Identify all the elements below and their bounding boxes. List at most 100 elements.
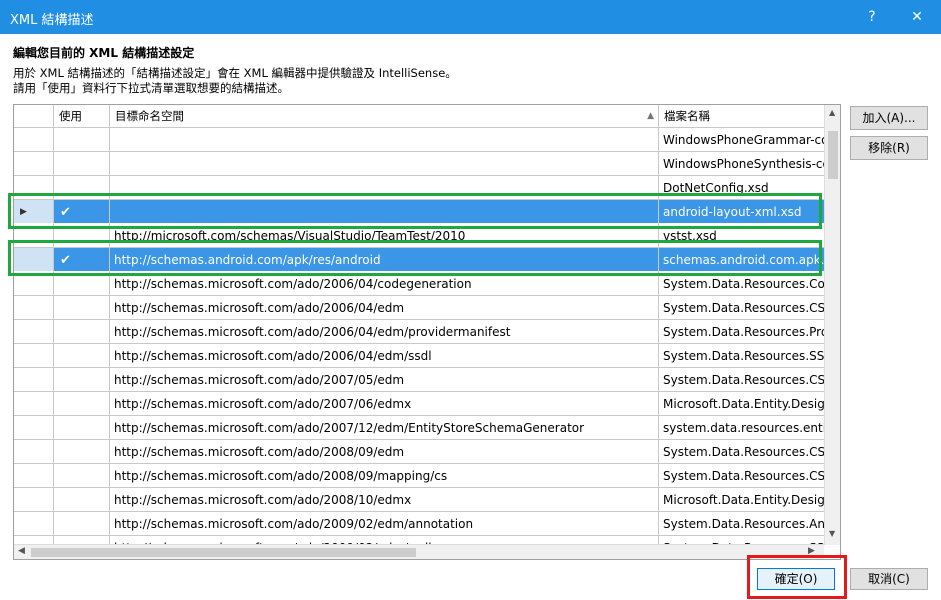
namespace-cell: http://schemas.android.com/apk/res/andro… xyxy=(110,248,659,272)
scroll-left-icon[interactable]: ◀ xyxy=(18,546,25,556)
row-header[interactable] xyxy=(14,176,54,200)
use-cell[interactable] xyxy=(54,488,110,512)
use-cell[interactable] xyxy=(54,416,110,440)
row-header[interactable] xyxy=(14,512,54,536)
scroll-down-icon[interactable]: ▼ xyxy=(829,529,835,538)
table-row[interactable]: http://schemas.microsoft.com/ado/2006/04… xyxy=(14,320,824,344)
scroll-up-icon[interactable]: ▲ xyxy=(829,108,835,117)
ok-button[interactable]: 確定(O) xyxy=(757,568,835,590)
table-row[interactable]: http://schemas.microsoft.com/ado/2009/02… xyxy=(14,536,824,544)
use-cell[interactable] xyxy=(54,536,110,544)
namespace-cell: http://schemas.microsoft.com/ado/2009/02… xyxy=(110,536,659,544)
file-name-cell: android-layout-xml.xsd xyxy=(659,200,824,224)
checkmark-icon: ✔ xyxy=(60,253,71,268)
table-row[interactable]: http://schemas.microsoft.com/ado/2008/09… xyxy=(14,440,824,464)
table-row[interactable]: WindowsPhoneGrammar-core.xsd xyxy=(14,128,824,152)
namespace-cell: http://schemas.microsoft.com/ado/2007/06… xyxy=(110,392,659,416)
description-line-1: 用於 XML 結構描述的「結構描述設定」會在 XML 編輯器中提供驗證及 Int… xyxy=(13,66,457,80)
use-cell[interactable] xyxy=(54,392,110,416)
namespace-cell: http://schemas.microsoft.com/ado/2007/05… xyxy=(110,368,659,392)
row-header[interactable] xyxy=(14,224,54,248)
title-bar: XML 結構描述 ? ✕ xyxy=(0,0,941,34)
table-row[interactable]: http://microsoft.com/schemas/VisualStudi… xyxy=(14,224,824,248)
namespace-cell: http://schemas.microsoft.com/ado/2008/10… xyxy=(110,488,659,512)
table-row[interactable]: DotNetConfig.xsd xyxy=(14,176,824,200)
row-header[interactable] xyxy=(14,248,54,272)
file-name-cell: DotNetConfig.xsd xyxy=(659,176,824,200)
table-row[interactable]: WindowsPhoneSynthesis-core.xsd xyxy=(14,152,824,176)
scroll-right-icon[interactable]: ▶ xyxy=(808,546,815,556)
use-cell[interactable] xyxy=(54,224,110,248)
row-header[interactable] xyxy=(14,128,54,152)
namespace-cell: http://schemas.microsoft.com/ado/2006/04… xyxy=(110,344,659,368)
use-cell[interactable] xyxy=(54,272,110,296)
file-name-cell: System.Data.Resources.SSDLSchema_3.xsd xyxy=(659,536,824,544)
cancel-button[interactable]: 取消(C) xyxy=(850,568,928,590)
column-header-namespace[interactable]: 目標命名空間 ▲ xyxy=(110,105,659,127)
row-header[interactable] xyxy=(14,536,54,544)
use-cell[interactable] xyxy=(54,464,110,488)
vertical-scrollbar[interactable]: ▲ ▼ xyxy=(824,105,840,545)
table-row[interactable]: http://schemas.microsoft.com/ado/2007/06… xyxy=(14,392,824,416)
column-header-use[interactable]: 使用 xyxy=(54,105,110,127)
horizontal-scrollbar[interactable]: ◀ ▶ xyxy=(14,544,824,559)
use-cell[interactable] xyxy=(54,440,110,464)
table-row[interactable]: http://schemas.microsoft.com/ado/2007/12… xyxy=(14,416,824,440)
section-heading: 編輯您目前的 XML 結構描述設定 xyxy=(13,46,195,60)
namespace-cell: http://schemas.microsoft.com/ado/2008/09… xyxy=(110,440,659,464)
file-name-cell: system.data.resources.entitystoreschemag… xyxy=(659,416,824,440)
use-cell[interactable] xyxy=(54,152,110,176)
row-header[interactable] xyxy=(14,416,54,440)
file-name-cell: WindowsPhoneGrammar-core.xsd xyxy=(659,128,824,152)
row-header[interactable] xyxy=(14,296,54,320)
file-name-cell: System.Data.Resources.ProviderManifest.x… xyxy=(659,320,824,344)
row-header[interactable] xyxy=(14,320,54,344)
row-header[interactable] xyxy=(14,152,54,176)
checkmark-icon: ✔ xyxy=(60,205,71,220)
use-cell[interactable] xyxy=(54,128,110,152)
file-name-cell: vstst.xsd xyxy=(659,224,824,248)
use-cell[interactable] xyxy=(54,320,110,344)
table-row[interactable]: ▶ ✔ android-layout-xml.xsd xyxy=(14,200,824,224)
file-name-cell: System.Data.Resources.CSDLSchema_1.xsd xyxy=(659,296,824,320)
remove-button[interactable]: 移除(R) xyxy=(850,136,928,160)
use-cell[interactable]: ✔ xyxy=(54,200,110,224)
row-header[interactable] xyxy=(14,440,54,464)
close-button[interactable]: ✕ xyxy=(905,6,929,28)
use-cell[interactable] xyxy=(54,176,110,200)
use-cell[interactable] xyxy=(54,512,110,536)
file-name-cell: System.Data.Resources.CSMSL_2.xsd xyxy=(659,464,824,488)
row-header[interactable]: ▶ xyxy=(14,200,54,224)
horizontal-scroll-thumb[interactable] xyxy=(31,548,416,557)
column-header-file[interactable]: 檔案名稱 xyxy=(659,105,840,127)
table-row[interactable]: http://schemas.microsoft.com/ado/2006/04… xyxy=(14,272,824,296)
row-header[interactable] xyxy=(14,344,54,368)
sort-up-icon: ▲ xyxy=(647,111,654,121)
table-row[interactable]: http://schemas.microsoft.com/ado/2008/10… xyxy=(14,488,824,512)
file-name-cell: Microsoft.Data.Entity.Design.Edmx_1.xsd xyxy=(659,392,824,416)
table-row[interactable]: http://schemas.microsoft.com/ado/2006/04… xyxy=(14,344,824,368)
row-header-column xyxy=(14,105,54,127)
file-name-cell: schemas.android.com.apk.res.android.xsd xyxy=(659,248,824,272)
table-row[interactable]: ✔ http://schemas.android.com/apk/res/andr… xyxy=(14,248,824,272)
schema-grid[interactable]: 使用 目標命名空間 ▲ 檔案名稱 WindowsPhoneGrammar-cor… xyxy=(13,104,841,560)
description-line-2: 請用「使用」資料行下拉式清單選取想要的結構描述。 xyxy=(13,81,289,95)
row-header[interactable] xyxy=(14,368,54,392)
table-row[interactable]: http://schemas.microsoft.com/ado/2008/09… xyxy=(14,464,824,488)
vertical-scroll-thumb[interactable] xyxy=(828,131,838,179)
use-cell[interactable] xyxy=(54,368,110,392)
add-button[interactable]: 加入(A)... xyxy=(850,106,928,130)
table-row[interactable]: http://schemas.microsoft.com/ado/2009/02… xyxy=(14,512,824,536)
row-header[interactable] xyxy=(14,464,54,488)
namespace-cell xyxy=(110,152,659,176)
row-header[interactable] xyxy=(14,392,54,416)
use-cell[interactable] xyxy=(54,344,110,368)
namespace-cell: http://schemas.microsoft.com/ado/2006/04… xyxy=(110,272,659,296)
table-row[interactable]: http://schemas.microsoft.com/ado/2007/05… xyxy=(14,368,824,392)
help-button[interactable]: ? xyxy=(860,6,884,28)
table-row[interactable]: http://schemas.microsoft.com/ado/2006/04… xyxy=(14,296,824,320)
use-cell[interactable] xyxy=(54,296,110,320)
row-header[interactable] xyxy=(14,488,54,512)
row-header[interactable] xyxy=(14,272,54,296)
use-cell[interactable]: ✔ xyxy=(54,248,110,272)
